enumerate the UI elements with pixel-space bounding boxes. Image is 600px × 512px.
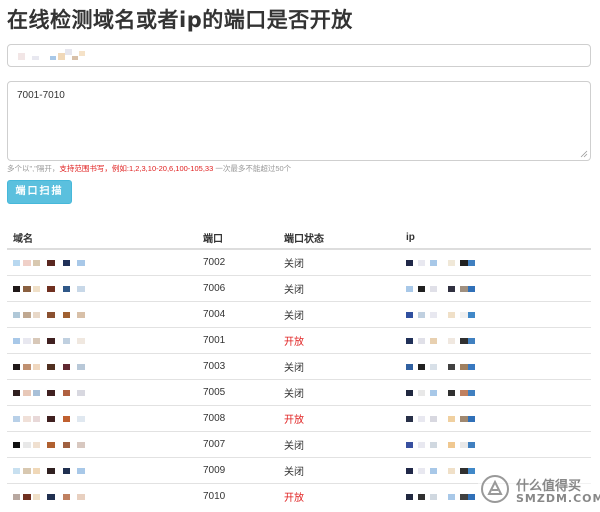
header-ip: ip xyxy=(400,226,591,250)
header-port: 端口 xyxy=(197,226,278,250)
table-row: 7004 关闭 xyxy=(7,301,591,328)
redacted-ip xyxy=(406,440,486,450)
cell-ip xyxy=(400,327,591,354)
cell-ip xyxy=(400,405,591,432)
hint-highlight: 支持范围书写，例如:1,2,3,10-20,6,100-105,33 xyxy=(59,164,214,173)
redacted-domain xyxy=(13,414,93,424)
redacted-domain xyxy=(13,258,93,268)
cell-port: 7006 xyxy=(197,275,278,302)
cell-port: 7003 xyxy=(197,353,278,380)
table-row: 7001 开放 xyxy=(7,327,591,354)
cell-status: 关闭 xyxy=(278,275,400,302)
table-row: 7007 关闭 xyxy=(7,431,591,458)
table-row: 7008 开放 xyxy=(7,405,591,432)
domain-input[interactable] xyxy=(7,44,591,67)
cell-status: 开放 xyxy=(278,405,400,432)
page-title: 在线检测域名或者ip的端口是否开放 xyxy=(7,8,353,32)
cell-port: 7001 xyxy=(197,327,278,354)
redacted-domain xyxy=(13,284,93,294)
cell-status: 关闭 xyxy=(278,379,400,406)
cell-port: 7010 xyxy=(197,483,278,509)
cell-domain xyxy=(7,405,197,432)
cell-port: 7008 xyxy=(197,405,278,432)
cell-status: 关闭 xyxy=(278,248,400,276)
ports-textarea-value: 7001-7010 xyxy=(17,90,65,101)
redacted-domain xyxy=(13,466,93,476)
redacted-ip xyxy=(406,310,486,320)
cell-ip xyxy=(400,275,591,302)
cell-ip xyxy=(400,248,591,276)
smzdm-watermark: 什么值得买 SMZDM.COM xyxy=(478,472,600,508)
cell-domain xyxy=(7,275,197,302)
cell-port: 7009 xyxy=(197,457,278,484)
cell-port: 7002 xyxy=(197,248,278,276)
header-domain: 域名 xyxy=(7,226,197,250)
redacted-ip xyxy=(406,492,486,502)
cell-port: 7004 xyxy=(197,301,278,328)
header-status: 端口状态 xyxy=(278,226,400,250)
cell-domain xyxy=(7,327,197,354)
ports-textarea[interactable]: 7001-7010 xyxy=(7,81,591,161)
redacted-ip xyxy=(406,388,486,398)
redacted-domain xyxy=(13,362,93,372)
cell-ip xyxy=(400,379,591,406)
resize-grip-icon[interactable] xyxy=(580,150,588,158)
table-row: 7005 关闭 xyxy=(7,379,591,406)
input-hint: 多个以","隔开，支持范围书写，例如:1,2,3,10-20,6,100-105… xyxy=(7,163,291,174)
cell-domain xyxy=(7,379,197,406)
watermark-line2: SMZDM.COM xyxy=(516,492,600,505)
redacted-ip xyxy=(406,258,486,268)
cell-ip xyxy=(400,353,591,380)
table-header-row: 域名 端口 端口状态 ip xyxy=(7,226,591,250)
redacted-ip xyxy=(406,414,486,424)
hint-prefix: 多个以","隔开， xyxy=(7,164,60,173)
cell-domain xyxy=(7,457,197,484)
redacted-domain xyxy=(13,440,93,450)
port-scanner-page: 在线检测域名或者ip的端口是否开放 7001-7010 多个以","隔开，支持范… xyxy=(0,0,600,512)
redacted-domain xyxy=(13,388,93,398)
smzdm-logo-icon xyxy=(481,475,509,503)
hint-suffix: 一次最多不能超过50个 xyxy=(213,164,292,173)
cell-domain xyxy=(7,301,197,328)
cell-domain xyxy=(7,353,197,380)
table-row: 7003 关闭 xyxy=(7,353,591,380)
redacted-ip xyxy=(406,336,486,346)
cell-ip xyxy=(400,431,591,458)
port-scan-button[interactable]: 端口扫描 xyxy=(7,180,72,204)
cell-domain xyxy=(7,248,197,276)
table-row: 7006 关闭 xyxy=(7,275,591,302)
redacted-ip xyxy=(406,362,486,372)
table-row: 7002 关闭 xyxy=(7,248,591,276)
cell-status: 关闭 xyxy=(278,457,400,484)
cell-domain xyxy=(7,483,197,509)
results-table: 域名 端口 端口状态 ip 7002 关闭 7006 关闭 7004 关闭 7001 开放 70… xyxy=(7,226,591,509)
cell-port: 7007 xyxy=(197,431,278,458)
cell-status: 关闭 xyxy=(278,301,400,328)
cell-port: 7005 xyxy=(197,379,278,406)
redacted-domain xyxy=(13,336,93,346)
cell-status: 关闭 xyxy=(278,353,400,380)
cell-domain xyxy=(7,431,197,458)
redacted-domain-value xyxy=(18,49,88,60)
redacted-domain xyxy=(13,492,93,502)
redacted-ip xyxy=(406,284,486,294)
cell-status: 关闭 xyxy=(278,431,400,458)
cell-status: 开放 xyxy=(278,327,400,354)
redacted-ip xyxy=(406,466,486,476)
redacted-domain xyxy=(13,310,93,320)
cell-ip xyxy=(400,301,591,328)
cell-status: 开放 xyxy=(278,483,400,509)
